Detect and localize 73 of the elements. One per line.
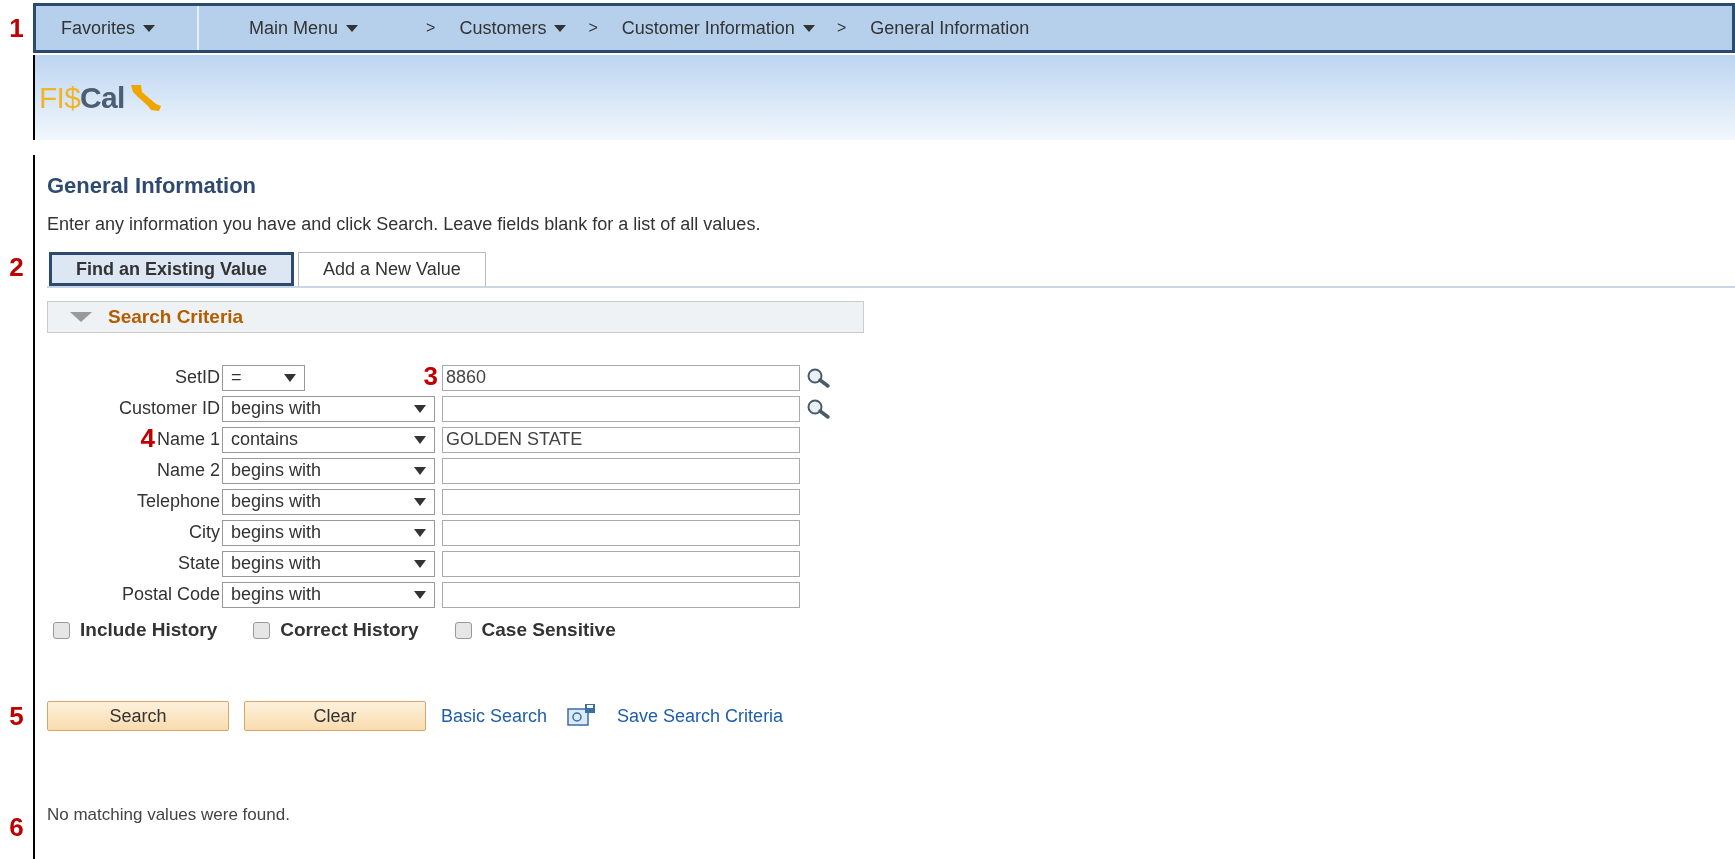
field-label: Postal Code — [121, 583, 220, 606]
field-label: SetID — [174, 366, 220, 389]
caret-icon — [414, 559, 426, 568]
search-button[interactable]: Search — [47, 701, 229, 731]
caret-icon — [554, 24, 567, 32]
breadcrumb-separator: > — [835, 18, 848, 38]
menu-item[interactable]: Customer Information — [603, 14, 831, 42]
text-field[interactable] — [442, 519, 800, 546]
text-field[interactable] — [442, 457, 800, 484]
menu-item[interactable]: Customers — [441, 14, 583, 42]
callout-number: 3 — [423, 361, 438, 391]
caret-icon — [414, 497, 426, 506]
field-label: Telephone — [136, 490, 220, 513]
collapse-icon — [70, 312, 92, 322]
tab[interactable]: Add a New Value — [298, 252, 486, 286]
caret-icon — [346, 24, 359, 32]
callout-number: 4 — [140, 423, 155, 453]
caret-icon — [284, 373, 296, 382]
text-field[interactable] — [442, 395, 800, 422]
field-label: State — [177, 552, 220, 575]
caret-icon — [414, 590, 426, 599]
checkbox[interactable] — [454, 621, 472, 639]
status-message: No matching values were found. — [47, 804, 290, 826]
breadcrumb-current: General Information — [869, 16, 1030, 40]
operator-dropdown[interactable]: contains — [222, 426, 435, 453]
operator-dropdown[interactable]: begins with — [222, 488, 435, 515]
save-search-icon[interactable] — [567, 703, 598, 729]
state-map-icon — [128, 82, 163, 113]
field-label: City — [189, 521, 220, 544]
callout-number: 6 — [9, 813, 24, 840]
caret-icon — [414, 404, 426, 413]
caret-icon — [143, 24, 156, 32]
breadcrumb-separator: > — [425, 18, 437, 38]
link[interactable]: Basic Search — [441, 702, 548, 730]
caret-icon — [802, 24, 815, 32]
checkbox[interactable] — [253, 621, 271, 639]
search-icon[interactable] — [806, 366, 832, 389]
text-field[interactable] — [442, 581, 800, 608]
operator-dropdown[interactable]: begins with — [222, 457, 435, 484]
instructions-text: Enter any information you have and click Search. Leave fields blank for a list of all values. — [47, 212, 761, 236]
tab[interactable]: Find an Existing Value — [49, 252, 295, 286]
field-label: Customer ID — [118, 397, 220, 420]
operator-dropdown[interactable]: begins with — [222, 550, 435, 577]
logo-text: FI$Cal — [39, 82, 125, 113]
operator-dropdown[interactable]: begins with — [222, 519, 435, 546]
section-header[interactable]: Search Criteria — [47, 301, 864, 333]
link[interactable]: Save Search Criteria — [617, 702, 784, 730]
page-title: General Information — [47, 172, 257, 200]
section-title: Search Criteria — [108, 304, 244, 329]
operator-dropdown[interactable]: = — [222, 364, 305, 391]
checkbox[interactable] — [53, 621, 70, 639]
text-field[interactable] — [442, 550, 800, 577]
clear-button[interactable]: Clear — [244, 701, 426, 731]
text-field[interactable]: 8860 — [442, 364, 800, 391]
operator-dropdown[interactable]: begins with — [222, 395, 435, 422]
menu-item[interactable]: Main Menu — [199, 14, 421, 42]
operator-dropdown[interactable]: begins with — [222, 581, 435, 608]
text-field[interactable]: GOLDEN STATE — [442, 426, 800, 453]
checkbox-label: Case Sensitive — [481, 617, 616, 642]
caret-icon — [414, 435, 426, 444]
callout-number: 5 — [9, 703, 24, 729]
field-label: Name 1 — [156, 428, 220, 451]
search-icon[interactable] — [806, 397, 832, 420]
checkbox-label: Correct History — [280, 617, 419, 642]
caret-icon — [414, 466, 426, 475]
checkbox-label: Include History — [80, 617, 218, 642]
menu-item[interactable]: Favorites — [36, 14, 198, 42]
text-field[interactable] — [442, 488, 800, 515]
callout-number: 1 — [9, 14, 24, 41]
breadcrumb-separator: > — [587, 18, 599, 38]
caret-icon — [414, 528, 426, 537]
field-label: Name 2 — [156, 459, 220, 482]
callout-number: 2 — [9, 254, 24, 280]
